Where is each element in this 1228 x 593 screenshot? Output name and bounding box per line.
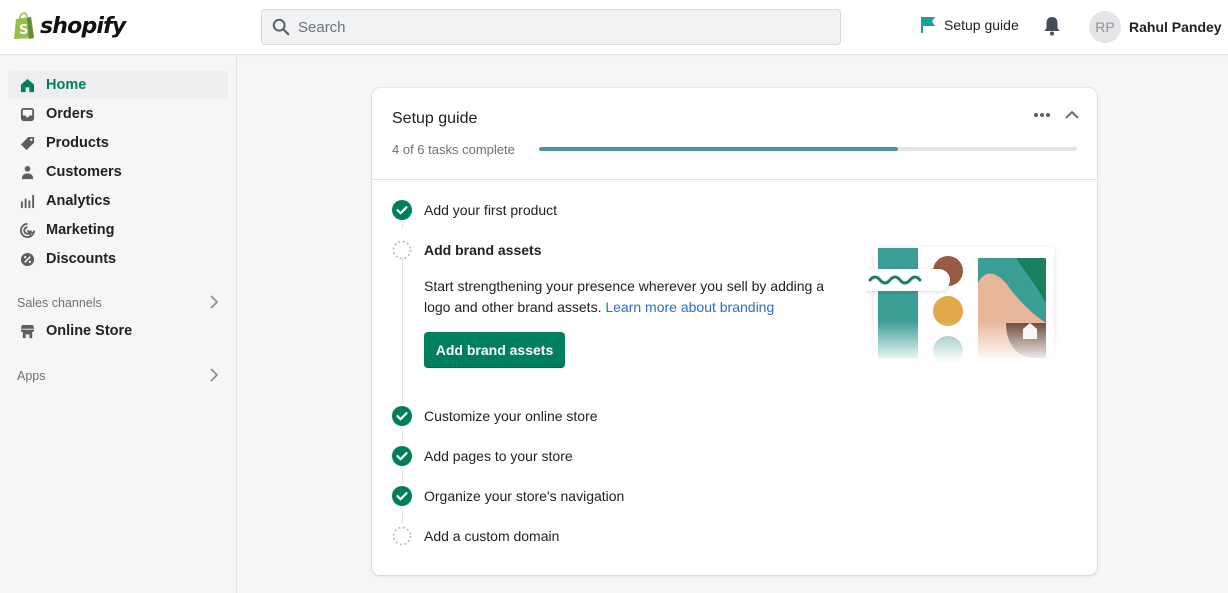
tag-icon <box>19 135 35 151</box>
task-label: Organize your store's navigation <box>424 488 625 504</box>
learn-more-branding-link[interactable]: Learn more about branding <box>605 299 774 315</box>
sidebar-item-orders[interactable]: Orders <box>8 100 228 128</box>
store-icon <box>19 323 35 339</box>
task-item[interactable]: Add a custom domain <box>392 526 559 546</box>
progress-label: 4 of 6 tasks complete <box>392 142 515 157</box>
collapse-button[interactable] <box>1065 110 1079 119</box>
timeline-connector <box>402 464 403 484</box>
top-bar: S shopify Setup guide RP Rahul Pandey <box>0 0 1228 55</box>
setup-guide-card: Setup guide 4 of 6 tasks complete Add yo… <box>372 88 1097 575</box>
sidebar-item-label: Customers <box>46 164 122 180</box>
check-circle-icon[interactable] <box>392 486 412 506</box>
sidebar-item-home[interactable]: Home <box>8 71 228 99</box>
sidebar: Home Orders Products Customers Analytics… <box>0 56 237 593</box>
timeline-connector <box>402 504 403 524</box>
chevron-up-icon <box>1065 110 1079 119</box>
incomplete-circle-icon[interactable] <box>392 240 412 260</box>
discount-icon <box>19 251 35 267</box>
more-actions-button[interactable] <box>1033 112 1051 118</box>
task-label: Add your first product <box>424 202 558 218</box>
bar-chart-icon <box>19 193 35 209</box>
check-circle-icon[interactable] <box>392 446 412 466</box>
divider <box>372 179 1097 180</box>
setup-guide-link[interactable]: Setup guide <box>920 16 1019 34</box>
task-item[interactable]: Organize your store's navigation <box>392 486 624 506</box>
notifications-button[interactable] <box>1043 16 1061 41</box>
sidebar-item-label: Discounts <box>46 251 117 267</box>
search-bar[interactable] <box>261 9 841 45</box>
setup-guide-label: Setup guide <box>944 17 1019 33</box>
task-item[interactable]: Add your first product <box>392 200 557 220</box>
apps-title: Apps <box>17 369 46 383</box>
timeline-connector <box>402 424 403 444</box>
card-actions <box>1033 110 1079 119</box>
target-icon <box>19 222 35 238</box>
add-brand-assets-button[interactable]: Add brand assets <box>424 332 565 368</box>
sidebar-item-label: Orders <box>46 106 94 122</box>
search-icon <box>272 18 290 36</box>
search-input[interactable] <box>298 18 818 36</box>
card-title: Setup guide <box>392 110 478 127</box>
user-menu[interactable]: RP Rahul Pandey <box>1089 11 1222 43</box>
sidebar-item-marketing[interactable]: Marketing <box>8 216 228 244</box>
check-circle-icon[interactable] <box>392 200 412 220</box>
more-horizontal-icon <box>1034 112 1050 117</box>
sidebar-item-products[interactable]: Products <box>8 129 228 157</box>
task-label: Add brand assets <box>424 242 542 258</box>
sidebar-item-analytics[interactable]: Analytics <box>8 187 228 215</box>
task-item[interactable]: Customize your online store <box>392 406 598 426</box>
sidebar-item-label: Online Store <box>46 323 133 339</box>
progress-bar <box>539 147 1077 151</box>
sales-channels-title: Sales channels <box>17 296 102 310</box>
flag-icon <box>921 17 935 33</box>
task-label: Add pages to your store <box>424 448 573 464</box>
progress-fill <box>539 147 898 151</box>
avatar: RP <box>1089 11 1121 43</box>
shopify-bag-icon: S <box>14 12 34 39</box>
sidebar-item-customers[interactable]: Customers <box>8 158 228 186</box>
brand-name: shopify <box>40 13 126 39</box>
sidebar-item-label: Home <box>46 77 87 93</box>
svg-text:S: S <box>19 23 28 38</box>
chevron-right-icon[interactable] <box>209 367 219 385</box>
home-icon <box>19 77 35 93</box>
chevron-right-icon[interactable] <box>209 294 219 312</box>
task-description: Start strengthening your presence wherev… <box>424 276 834 318</box>
check-circle-icon[interactable] <box>392 406 412 426</box>
user-name: Rahul Pandey <box>1129 19 1222 35</box>
person-icon <box>19 164 35 180</box>
task-label: Add a custom domain <box>424 528 560 544</box>
shopify-logo[interactable]: S shopify <box>12 12 126 40</box>
orders-icon <box>19 106 35 122</box>
sidebar-item-label: Analytics <box>46 193 111 209</box>
sidebar-item-online-store[interactable]: Online Store <box>8 317 228 345</box>
brand-assets-illustration <box>858 243 1066 368</box>
incomplete-circle-icon[interactable] <box>392 526 412 546</box>
sales-channels-header: Sales channels <box>17 293 219 313</box>
sidebar-item-label: Products <box>46 135 109 151</box>
bell-icon <box>1044 17 1060 36</box>
timeline-connector <box>402 258 403 404</box>
sidebar-item-discounts[interactable]: Discounts <box>8 245 228 273</box>
task-label: Customize your online store <box>424 408 598 424</box>
task-item[interactable]: Add brand assets <box>392 240 541 260</box>
sidebar-item-label: Marketing <box>46 222 115 238</box>
task-item[interactable]: Add pages to your store <box>392 446 573 466</box>
apps-header: Apps <box>17 366 219 386</box>
